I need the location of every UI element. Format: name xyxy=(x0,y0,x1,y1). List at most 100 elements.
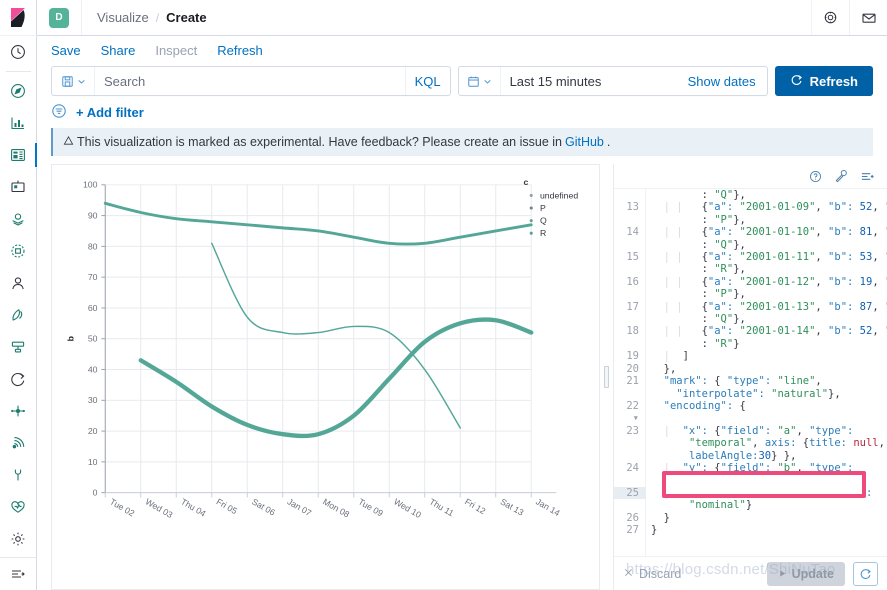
code-line[interactable]: "nominal"} xyxy=(614,499,887,511)
y-tick-label: 100 xyxy=(83,180,98,190)
filter-bar: + Add filter xyxy=(37,96,887,128)
legend-label[interactable]: R xyxy=(540,228,546,238)
code-line[interactable]: : "Q"}, xyxy=(614,239,887,251)
help-circle-icon[interactable] xyxy=(809,170,822,183)
series-line-R[interactable] xyxy=(138,317,534,439)
code-line[interactable]: 16 | | {"a": "2001-01-12", "b": 19, "c" xyxy=(614,276,887,288)
code-text: | "size": {"field": "c", "type": xyxy=(651,486,873,499)
resize-grip-icon xyxy=(604,366,609,388)
code-line[interactable]: : "R"} xyxy=(614,338,887,350)
share-action[interactable]: Share xyxy=(101,43,136,58)
line-number: 25 xyxy=(614,486,646,500)
code-line[interactable]: 14 | | {"a": "2001-01-10", "b": 81, "c" xyxy=(614,226,887,238)
legend-label[interactable]: undefined xyxy=(540,190,578,200)
panel-resize-handle[interactable] xyxy=(600,164,613,590)
query-language-button[interactable]: KQL xyxy=(404,67,450,95)
code-line[interactable]: "temporal", axis: {title: null, xyxy=(614,437,887,449)
search-input[interactable] xyxy=(95,67,405,95)
line-number: 13 xyxy=(626,201,639,214)
code-line[interactable]: 15 | | {"a": "2001-01-11", "b": 53, "c" xyxy=(614,251,887,263)
code-line[interactable]: : "P"}, xyxy=(614,288,887,300)
code-text: | | {"a": "2001-01-11", "b": 53, "c" xyxy=(651,251,887,264)
sidebar-item-infrastructure[interactable] xyxy=(0,267,37,299)
code-line[interactable]: 24 | "y": {"field": "b", "type": xyxy=(614,462,887,474)
filter-icon[interactable] xyxy=(51,103,67,122)
nav-divider xyxy=(5,71,31,72)
code-line[interactable]: 23 | "x": {"field": "a", "type": xyxy=(614,425,887,437)
code-text: : "Q"}, xyxy=(701,313,746,326)
mail-icon[interactable] xyxy=(849,0,887,35)
code-line[interactable]: 13 | | {"a": "2001-01-09", "b": 52, "c" xyxy=(614,201,887,213)
legend-label[interactable]: P xyxy=(540,203,546,213)
collapse-panel-icon[interactable] xyxy=(860,169,875,184)
code-line[interactable]: 26 } xyxy=(614,512,887,524)
code-text: | | {"a": "2001-01-13", "b": 87, "c" xyxy=(651,300,887,313)
y-tick-label: 80 xyxy=(88,241,98,251)
sidebar-item-siem[interactable] xyxy=(0,395,37,427)
code-text: | | {"a": "2001-01-12", "b": 19, "c" xyxy=(651,275,887,288)
code-line[interactable]: : "P"}, xyxy=(614,214,887,226)
sidebar-item-monitoring[interactable] xyxy=(0,427,37,459)
sidebar-item-canvas[interactable] xyxy=(0,171,37,203)
github-link[interactable]: GitHub xyxy=(565,135,604,149)
sidebar-item-discover[interactable] xyxy=(0,75,37,107)
auto-apply-button[interactable] xyxy=(853,561,878,586)
sidebar-item-apm[interactable] xyxy=(0,331,37,363)
vega-line-chart[interactable]: 0 10 20 30 40 50 60 70 80 90 100 b Tue 02 Wed 03 Thu 0… xyxy=(52,165,599,557)
sidebar-item-visualize[interactable] xyxy=(0,107,37,139)
sidebar-item-maps[interactable] xyxy=(0,203,37,235)
line-number: 18 xyxy=(626,325,639,338)
code-line[interactable]: 18 | | {"a": "2001-01-14", "b": 52, "c" xyxy=(614,325,887,337)
line-number: 20 xyxy=(626,362,639,375)
code-line[interactable]: 21 "mark": { "type": "line", xyxy=(614,375,887,387)
time-range-value[interactable]: Last 15 minutes xyxy=(501,67,677,95)
update-button[interactable]: Update xyxy=(766,561,845,586)
update-label: Update xyxy=(791,566,834,581)
saved-query-icon[interactable] xyxy=(52,67,95,95)
add-filter-button[interactable]: + Add filter xyxy=(76,105,144,120)
code-line[interactable]: labelAngle:30} }, xyxy=(614,450,887,462)
refresh-action[interactable]: Refresh xyxy=(217,43,263,58)
y-tick-label: 50 xyxy=(88,334,98,344)
save-action[interactable]: Save xyxy=(51,43,81,58)
show-dates-button[interactable]: Show dates xyxy=(677,67,767,95)
code-line[interactable]: "quantitative"}, xyxy=(614,474,887,486)
sidebar-item-uptime[interactable] xyxy=(0,363,37,395)
code-line[interactable]: : "Q"}, xyxy=(614,189,887,201)
code-line[interactable]: 27} xyxy=(614,524,887,536)
code-line[interactable]: 25 | "size": {"field": "c", "type": xyxy=(614,486,887,500)
sidebar-item-dashboard[interactable] xyxy=(0,139,37,171)
sidebar-item-devtools[interactable] xyxy=(0,459,37,491)
app-badge[interactable]: D xyxy=(49,7,69,28)
sidebar-item-logs[interactable] xyxy=(0,299,37,331)
discard-button[interactable]: Discard xyxy=(623,567,681,581)
sidebar-item-stack[interactable] xyxy=(0,491,37,523)
code-line[interactable]: 20 }, xyxy=(614,363,887,375)
editor-lines[interactable]: : "Q"}, 13 | | {"a": "2001-01-09", "b": 5… xyxy=(614,189,887,536)
y-tick-label: 90 xyxy=(88,210,98,220)
code-text: "encoding": { xyxy=(663,399,746,412)
refresh-button[interactable]: Refresh xyxy=(774,66,873,96)
collapse-nav-icon[interactable] xyxy=(0,558,37,590)
legend-label[interactable]: Q xyxy=(540,216,547,226)
line-number: 16 xyxy=(626,275,639,288)
breadcrumb-separator: / xyxy=(155,10,160,25)
code-line[interactable]: : "Q"}, xyxy=(614,313,887,325)
kibana-logo[interactable] xyxy=(0,0,37,36)
wrench-icon[interactable] xyxy=(834,169,848,183)
calendar-icon[interactable] xyxy=(459,67,501,95)
code-line[interactable]: "interpolate": "natural"}, xyxy=(614,388,887,400)
code-line[interactable]: : "R"}, xyxy=(614,263,887,275)
help-icon[interactable] xyxy=(811,0,849,35)
sidebar-item-ml[interactable] xyxy=(0,235,37,267)
sidebar-item-recent[interactable] xyxy=(0,36,37,68)
json-code-editor[interactable]: : "Q"}, 13 | | {"a": "2001-01-09", "b": 5… xyxy=(614,189,887,556)
sidebar-item-management[interactable] xyxy=(0,523,37,555)
inspect-action[interactable]: Inspect xyxy=(155,43,197,58)
code-line[interactable]: 19 | ] xyxy=(614,350,887,362)
breadcrumb-visualize[interactable]: Visualize xyxy=(97,10,149,25)
line-number: 24 xyxy=(626,461,639,474)
code-line[interactable]: 22 ▾ "encoding": { xyxy=(614,400,887,425)
editor-footer: Discard Update https://blog.csdn.net/Shi… xyxy=(614,556,887,590)
code-line[interactable]: 17 | | {"a": "2001-01-13", "b": 87, "c" xyxy=(614,301,887,313)
